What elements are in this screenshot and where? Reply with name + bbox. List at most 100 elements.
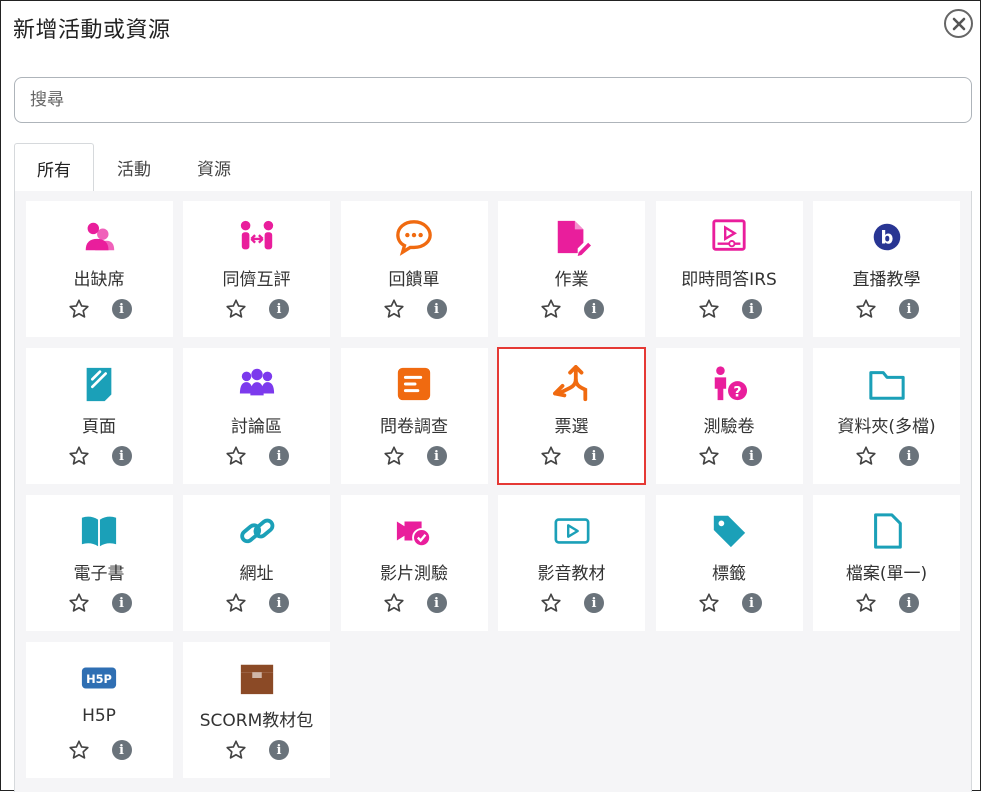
- svg-text:H5P: H5P: [86, 672, 112, 686]
- star-icon[interactable]: [225, 739, 247, 761]
- info-icon[interactable]: i: [269, 299, 289, 319]
- module-label: 回饋單: [388, 270, 440, 290]
- info-icon[interactable]: i: [269, 446, 289, 466]
- info-icon[interactable]: i: [584, 593, 604, 613]
- module-card[interactable]: 檔案(單一) i: [813, 495, 960, 631]
- star-icon[interactable]: [225, 592, 247, 614]
- bigbluebutton-icon: b: [867, 217, 907, 257]
- file-icon: [867, 511, 907, 551]
- star-icon[interactable]: [540, 298, 562, 320]
- search-input[interactable]: [14, 77, 972, 123]
- h5p-icon: H5P: [79, 658, 119, 698]
- module-grid: 出缺席 i 同儕互評 i 回饋單 i 作業 i 即時問答IRS i b 直播教學 i 頁面 i 討論區 i 問卷調…: [14, 191, 972, 792]
- tab-resources[interactable]: 資源: [179, 143, 249, 192]
- module-card[interactable]: 網址 i: [183, 495, 330, 631]
- questionnaire-icon: [394, 364, 434, 404]
- module-card[interactable]: SCORM教材包 i: [183, 642, 330, 778]
- quiz-icon: ?: [709, 364, 749, 404]
- module-label: 影音教材: [537, 564, 606, 584]
- module-label: 測驗卷: [703, 417, 755, 437]
- info-icon[interactable]: i: [111, 593, 132, 613]
- star-icon[interactable]: [225, 298, 247, 320]
- info-icon[interactable]: i: [899, 446, 919, 466]
- star-icon[interactable]: [540, 592, 562, 614]
- attendance-icon: [79, 217, 119, 257]
- star-icon[interactable]: [383, 298, 405, 320]
- info-icon[interactable]: i: [111, 446, 132, 466]
- info-icon[interactable]: i: [426, 593, 447, 613]
- star-icon[interactable]: [68, 592, 90, 614]
- module-label: 檔案(單一): [845, 564, 928, 584]
- close-button[interactable]: [944, 9, 973, 38]
- star-icon[interactable]: [225, 445, 247, 467]
- module-card[interactable]: 作業 i: [498, 201, 645, 337]
- module-card[interactable]: 即時問答IRS i: [655, 201, 803, 337]
- star-icon[interactable]: [698, 592, 720, 614]
- module-card[interactable]: 影片測驗 i: [340, 495, 488, 631]
- module-card[interactable]: 問卷調查 i: [340, 348, 488, 484]
- info-icon[interactable]: i: [269, 740, 289, 760]
- info-icon[interactable]: i: [426, 446, 447, 466]
- info-icon[interactable]: i: [741, 299, 762, 319]
- module-card[interactable]: b 直播教學 i: [813, 201, 960, 337]
- star-icon[interactable]: [540, 445, 562, 467]
- module-card[interactable]: 影音教材 i: [498, 495, 645, 631]
- module-card[interactable]: 標籤 i: [655, 495, 803, 631]
- star-icon[interactable]: [383, 445, 405, 467]
- star-icon[interactable]: [68, 298, 90, 320]
- module-label: 問卷調查: [380, 417, 448, 437]
- module-card[interactable]: 回饋單 i: [340, 201, 488, 337]
- module-card[interactable]: H5P H5P i: [25, 642, 173, 778]
- activity-chooser-dialog: 新增活動或資源 所有 活動 資源 出缺席i同儕互評i回饋單i作業i即時問答IRS…: [0, 0, 981, 792]
- info-icon[interactable]: i: [269, 593, 289, 613]
- info-icon[interactable]: i: [426, 299, 447, 319]
- module-label: 直播教學: [852, 270, 921, 290]
- info-icon[interactable]: i: [899, 593, 919, 613]
- info-icon[interactable]: i: [584, 299, 604, 319]
- module-label: 即時問答IRS: [681, 270, 777, 290]
- video-icon: [552, 511, 592, 551]
- dialog-title: 新增活動或資源: [13, 18, 171, 43]
- star-icon[interactable]: [68, 739, 90, 761]
- module-card[interactable]: 討論區 i: [183, 348, 330, 484]
- star-icon[interactable]: [383, 592, 405, 614]
- info-icon[interactable]: i: [741, 593, 762, 613]
- info-icon[interactable]: i: [111, 299, 132, 319]
- peer-review-icon: [237, 217, 277, 257]
- module-label: 電子書: [73, 564, 125, 584]
- folder-icon: [867, 364, 907, 404]
- module-card[interactable]: 資料夾(多檔) i: [813, 348, 960, 484]
- star-icon[interactable]: [698, 298, 720, 320]
- page-icon: [79, 364, 119, 404]
- module-label: 頁面: [82, 417, 116, 437]
- star-icon[interactable]: [68, 445, 90, 467]
- label-icon: [709, 511, 749, 551]
- module-label: 標籤: [712, 564, 746, 584]
- video-quiz-icon: [394, 511, 434, 551]
- close-icon: [952, 17, 965, 30]
- module-card[interactable]: 頁面 i: [25, 348, 173, 484]
- info-icon[interactable]: i: [584, 446, 604, 466]
- module-label: 票選: [554, 417, 589, 437]
- url-icon: [237, 511, 277, 551]
- tab-all[interactable]: 所有: [14, 143, 94, 193]
- module-card[interactable]: 出缺席 i: [25, 201, 173, 337]
- star-icon[interactable]: [855, 592, 877, 614]
- irs-icon: [709, 217, 749, 257]
- module-card[interactable]: 票選 i: [497, 347, 646, 485]
- assignment-icon: [552, 217, 592, 257]
- star-icon[interactable]: [855, 445, 877, 467]
- tab-activities[interactable]: 活動: [99, 143, 169, 192]
- choice-icon: [552, 364, 592, 404]
- module-label: SCORM教材包: [199, 711, 314, 731]
- module-card[interactable]: 電子書 i: [25, 495, 173, 631]
- info-icon[interactable]: i: [899, 299, 919, 319]
- module-card[interactable]: ? 測驗卷 i: [655, 348, 803, 484]
- module-label: 影片測驗: [380, 564, 448, 584]
- book-icon: [79, 511, 119, 551]
- star-icon[interactable]: [855, 298, 877, 320]
- module-card[interactable]: 同儕互評 i: [183, 201, 330, 337]
- star-icon[interactable]: [698, 445, 720, 467]
- info-icon[interactable]: i: [111, 740, 132, 760]
- info-icon[interactable]: i: [741, 446, 762, 466]
